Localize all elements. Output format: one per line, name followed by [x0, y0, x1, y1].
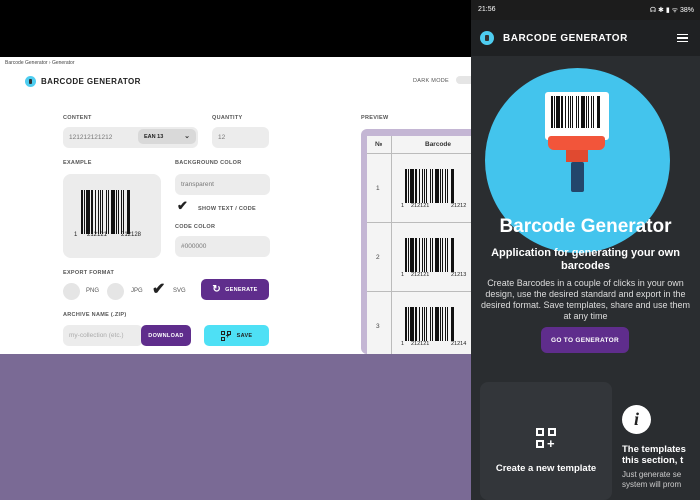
info-body-line: system will prom	[622, 480, 682, 489]
info-card-title: The templates this section, t	[622, 444, 700, 466]
table-row: 1 1 212121 21212	[367, 155, 471, 223]
preview-table: № Barcode 1 1 212121 21212 2 1 212121 21…	[367, 136, 471, 354]
download-button[interactable]: DOWNLOAD	[141, 325, 191, 346]
quantity-label: QUANTITY	[212, 115, 243, 121]
code-color-input[interactable]: #000000	[175, 236, 270, 257]
create-template-caption: Create a new template	[495, 463, 597, 474]
hero-barcode-card	[545, 92, 609, 140]
code-color-value: #000000	[181, 243, 207, 250]
column-barcode-header: Barcode	[425, 141, 452, 148]
format-radio-jpg[interactable]	[107, 283, 124, 300]
table-row: 3 1 212121 21214	[367, 293, 471, 354]
mobile-app-title[interactable]: BARCODE GENERATOR	[503, 33, 628, 44]
go-to-generator-button[interactable]: GO TO GENERATOR	[541, 327, 629, 353]
create-template-card[interactable]: + Create a new template	[480, 382, 612, 500]
format-select-value: EAN 13	[144, 133, 164, 140]
breadcrumb: Barcode Generator › Generator	[5, 60, 75, 66]
quantity-input[interactable]: 12	[212, 127, 269, 148]
row-digits-right: 21214	[451, 341, 467, 347]
hamburger-menu-icon[interactable]	[677, 34, 688, 42]
example-barcode-box: 1 212121 212128	[63, 174, 161, 258]
content-value: 121212121212	[69, 134, 113, 141]
preview-panel: № Barcode 1 1 212121 21212 2 1 212121 21…	[361, 129, 471, 354]
preview-label: PREVIEW	[361, 115, 389, 121]
app-title[interactable]: BARCODE GENERATOR	[41, 77, 141, 86]
row-barcode	[405, 307, 471, 341]
generate-button[interactable]: ↻ GENERATE	[201, 279, 269, 300]
hero-subtitle: Application for generating your own barc…	[491, 247, 680, 272]
format-label-jpg: JPG	[131, 288, 143, 294]
mobile-app-bar: BARCODE GENERATOR	[471, 20, 700, 56]
example-label: EXAMPLE	[63, 160, 92, 166]
info-icon: i	[622, 405, 651, 434]
row-barcode	[405, 238, 471, 272]
format-label-svg: SVG	[173, 288, 186, 294]
bg-color-value: transparent	[181, 181, 214, 188]
hero-description: Create Barcodes in a couple of clicks in…	[480, 278, 691, 321]
export-format-label: EXPORT FORMAT	[63, 270, 115, 276]
row-digit-first: 1	[401, 203, 405, 209]
format-radio-png[interactable]	[63, 283, 80, 300]
dark-mode-toggle[interactable]	[456, 76, 471, 84]
info-title-line: this section, t	[622, 455, 684, 466]
example-digits-right: 212128	[121, 232, 142, 238]
archive-name-input[interactable]: my-collection (etc.)	[63, 325, 143, 346]
row-digits-left: 212121	[411, 341, 430, 347]
save-button[interactable]: + SAVE	[204, 325, 269, 346]
scanner-icon	[548, 136, 605, 150]
row-number: 2	[376, 254, 380, 261]
refresh-icon: ↻	[212, 284, 222, 295]
example-digit-first: 1	[74, 232, 78, 238]
preview-table-header: № Barcode	[367, 136, 471, 154]
hero-barcode	[551, 96, 603, 128]
row-digit-first: 1	[401, 272, 405, 278]
archive-name-label: ARCHIVE NAME (.ZIP)	[63, 312, 127, 318]
download-button-label: DOWNLOAD	[148, 332, 184, 339]
column-number-header: №	[375, 141, 383, 148]
format-label-png: PNG	[86, 288, 100, 294]
table-row: 2 1 212121 21213	[367, 224, 471, 292]
save-button-label: SAVE	[236, 332, 253, 339]
info-card-body: Just generate se system will prom	[622, 470, 700, 490]
app-logo-icon[interactable]	[480, 31, 494, 45]
row-digits-left: 212121	[411, 203, 430, 209]
row-digit-first: 1	[401, 341, 405, 347]
info-title-line: The templates	[622, 444, 686, 455]
hero-title: Barcode Generator	[499, 216, 672, 237]
example-digits-left: 212121	[87, 232, 108, 238]
dark-mode-label: DARK MODE	[413, 78, 450, 84]
show-text-checkbox[interactable]: ✔	[177, 198, 188, 214]
generate-button-label: GENERATE	[225, 286, 258, 293]
app-logo-icon[interactable]	[25, 76, 36, 87]
bg-color-input[interactable]: transparent	[175, 174, 270, 195]
row-digits-right: 21212	[451, 203, 467, 209]
code-color-label: CODE COLOR	[175, 224, 216, 230]
status-bar: 21:56 ☊ ✱ ▮ ᯤ 38%	[471, 0, 700, 20]
quantity-value: 12	[218, 134, 226, 141]
chevron-down-icon: ⌄	[184, 133, 190, 140]
row-barcode	[405, 169, 471, 203]
desktop-generator-page: Barcode Generator › Generator BARCODE GE…	[0, 57, 471, 354]
show-text-label: SHOW TEXT / CODE	[198, 206, 256, 212]
row-digits-left: 212121	[411, 272, 430, 278]
row-number: 3	[376, 323, 380, 330]
format-radio-svg-checked[interactable]: ✔	[152, 279, 165, 299]
status-time: 21:56	[478, 6, 496, 13]
content-label: CONTENT	[63, 115, 92, 121]
info-body-line: Just generate se	[622, 470, 682, 479]
row-number: 1	[376, 185, 380, 192]
add-template-icon: +	[536, 428, 556, 450]
go-to-generator-label: GO TO GENERATOR	[550, 336, 620, 344]
archive-name-placeholder: my-collection (etc.)	[69, 332, 124, 339]
row-digits-right: 21213	[451, 272, 467, 278]
bg-color-label: BACKGROUND COLOR	[175, 160, 242, 166]
format-select[interactable]: EAN 13 ⌄	[138, 129, 196, 144]
status-icons: ☊ ✱ ▮ ᯤ 38%	[649, 7, 694, 14]
top-black-band	[0, 0, 471, 57]
scanner-neck	[566, 150, 588, 162]
example-barcode	[81, 190, 147, 234]
add-template-icon: +	[220, 330, 231, 341]
scanner-handle	[571, 162, 584, 192]
